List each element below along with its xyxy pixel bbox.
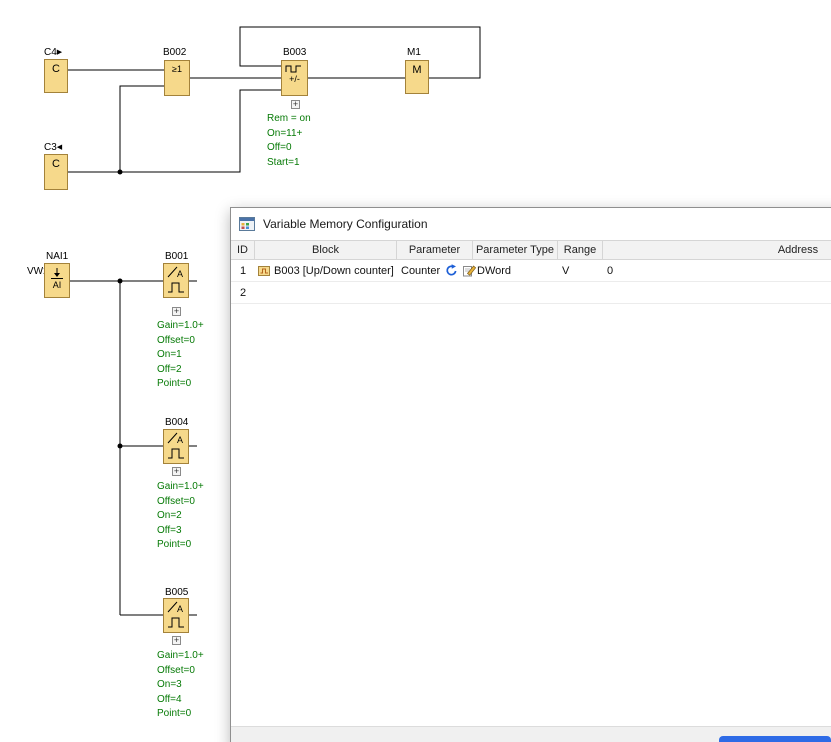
row-parameter-cell[interactable]: Counter (397, 260, 473, 282)
block-icon (258, 265, 270, 277)
dialog-bottom-bar (231, 726, 831, 742)
param-line: On=2 (157, 509, 204, 524)
block-c3[interactable]: C (44, 154, 68, 190)
block-b001-expand-toggle[interactable]: + (172, 307, 181, 316)
block-m1-symbol: M (406, 64, 428, 76)
ok-button[interactable] (719, 736, 831, 742)
fbd-editor-canvas: C4▶ C B002 ≥1 B003 +/- + Rem = on On=11+… (0, 0, 831, 742)
block-c4-symbol: C (45, 63, 67, 75)
param-line: On=3 (157, 678, 204, 693)
analog-trigger-icon: A (164, 431, 188, 462)
block-c4-label: C4▶ (44, 47, 62, 58)
block-nai1-label: NAI1 (46, 251, 68, 262)
row-address[interactable] (603, 282, 831, 304)
table-row[interactable]: 2 (231, 282, 831, 304)
row-parameter-type[interactable]: DWord (473, 260, 558, 282)
param-line: Off=4 (157, 693, 204, 708)
row-block-cell[interactable] (255, 282, 397, 304)
param-line: Point=0 (157, 377, 204, 392)
block-b004-params: Gain=1.0+ Offset=0 On=2 Off=3 Point=0 (157, 480, 204, 553)
col-header-address: Address (603, 241, 831, 259)
reference-marker-right-icon: ▶ (57, 49, 62, 56)
col-header-parameter: Parameter (397, 241, 473, 259)
dialog-title: Variable Memory Configuration (263, 217, 428, 231)
block-c3-label-text: C3 (44, 142, 57, 153)
block-b005-label: B005 (165, 587, 188, 598)
row-range[interactable]: V (558, 260, 603, 282)
block-c4[interactable]: C (44, 59, 68, 93)
block-m1[interactable]: M (405, 60, 429, 94)
col-header-parameter-type: Parameter Type (473, 241, 558, 259)
block-b003-expand-toggle[interactable]: + (291, 100, 300, 109)
param-line: Point=0 (157, 707, 204, 722)
param-line: Off=0 (267, 141, 311, 156)
col-header-id: ID (231, 241, 255, 259)
block-b005[interactable]: A (163, 598, 189, 633)
updown-counter-symbol: +/- (282, 74, 307, 84)
block-b004[interactable]: A (163, 429, 189, 464)
block-b003-params: Rem = on On=11+ Off=0 Start=1 (267, 112, 311, 170)
param-line: On=1 (157, 348, 204, 363)
block-c3-label: C3◀ (44, 142, 62, 153)
param-line: Rem = on (267, 112, 311, 127)
param-line: Point=0 (157, 538, 204, 553)
block-c4-label-text: C4 (44, 47, 57, 58)
col-header-range: Range (558, 241, 603, 259)
block-b001[interactable]: A (163, 263, 189, 298)
param-line: Start=1 (267, 156, 311, 171)
row-id: 1 (231, 260, 255, 282)
row-range[interactable] (558, 282, 603, 304)
param-line: Offset=0 (157, 495, 204, 510)
row-id: 2 (231, 282, 255, 304)
block-nai1[interactable]: AI (44, 263, 70, 298)
col-header-block: Block (255, 241, 397, 259)
row-block-text: B003 [Up/Down counter] (274, 265, 394, 277)
block-m1-label: M1 (407, 47, 421, 58)
dialog-titlebar[interactable]: Variable Memory Configuration (231, 208, 831, 240)
block-b003[interactable]: +/- (281, 60, 308, 96)
block-b005-params: Gain=1.0+ Offset=0 On=3 Off=4 Point=0 (157, 649, 204, 722)
param-line: On=11+ (267, 127, 311, 142)
row-address[interactable]: 0 (603, 260, 831, 282)
row-parameter-type[interactable] (473, 282, 558, 304)
block-nai1-symbol: AI (45, 280, 69, 290)
reference-marker-left-icon: ◀ (57, 144, 62, 151)
param-line: Offset=0 (157, 664, 204, 679)
table-row[interactable]: 1 B003 [Up/Down counter] Counter (231, 260, 831, 282)
wire-junction (118, 444, 123, 449)
or-gate-symbol: ≥1 (165, 64, 189, 74)
block-b003-label: B003 (283, 47, 306, 58)
analog-input-arrow-icon (45, 266, 69, 280)
analog-trigger-icon: A (164, 265, 188, 296)
block-b002-label: B002 (163, 47, 186, 58)
block-b005-expand-toggle[interactable]: + (172, 636, 181, 645)
param-line: Off=2 (157, 363, 204, 378)
refresh-icon[interactable] (445, 264, 458, 277)
block-b004-label: B004 (165, 417, 188, 428)
wire-junction (118, 170, 123, 175)
variable-memory-dialog: Variable Memory Configuration ID Block P… (230, 207, 831, 742)
analog-symbol-letter: A (177, 435, 183, 445)
analog-trigger-icon: A (164, 600, 188, 631)
param-line: Gain=1.0+ (157, 649, 204, 664)
block-b001-params: Gain=1.0+ Offset=0 On=1 Off=2 Point=0 (157, 319, 204, 392)
table-body: 1 B003 [Up/Down counter] Counter (231, 260, 831, 726)
block-c3-symbol: C (45, 158, 67, 170)
row-block-cell[interactable]: B003 [Up/Down counter] (255, 260, 397, 282)
param-line: Offset=0 (157, 334, 204, 349)
memory-grid-icon (239, 216, 255, 232)
param-line: Gain=1.0+ (157, 319, 204, 334)
counter-wave-icon (284, 63, 305, 74)
param-line: Off=3 (157, 524, 204, 539)
analog-symbol-letter: A (177, 604, 183, 614)
row-parameter-text: Counter (401, 265, 440, 277)
analog-symbol-letter: A (177, 269, 183, 279)
row-parameter-cell[interactable] (397, 282, 473, 304)
block-b001-label: B001 (165, 251, 188, 262)
param-line: Gain=1.0+ (157, 480, 204, 495)
block-b002[interactable]: ≥1 (164, 60, 190, 96)
table-header: ID Block Parameter Parameter Type Range … (231, 240, 831, 260)
wire-junction (118, 279, 123, 284)
block-b004-expand-toggle[interactable]: + (172, 467, 181, 476)
